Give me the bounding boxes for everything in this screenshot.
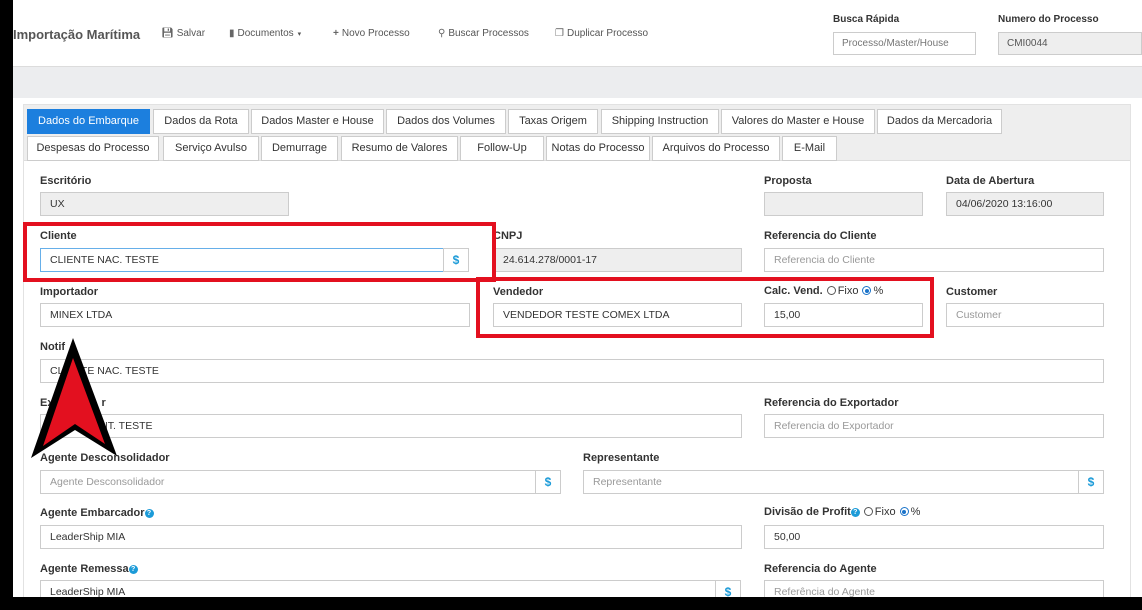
plus-icon: + bbox=[333, 28, 339, 39]
search-icon: ⚲ bbox=[438, 28, 446, 39]
tab-dados-mercadoria[interactable]: Dados da Mercadoria bbox=[877, 109, 1002, 134]
calc-vend-percent-radio[interactable] bbox=[862, 286, 872, 295]
customer-input[interactable]: Customer bbox=[946, 303, 1104, 327]
representante-label: Representante bbox=[583, 452, 660, 464]
representante-lookup-button[interactable]: $ bbox=[1078, 470, 1104, 494]
header-band bbox=[13, 66, 1142, 98]
importador-input[interactable]: MINEX LTDA bbox=[40, 303, 470, 327]
tab-servico-avulso[interactable]: Serviço Avulso bbox=[163, 136, 259, 161]
tab-despesas-processo[interactable]: Despesas do Processo bbox=[27, 136, 159, 161]
help-icon[interactable]: ? bbox=[850, 508, 860, 517]
importador-label: Importador bbox=[40, 286, 99, 298]
cliente-input[interactable]: CLIENTE NAC. TESTE bbox=[40, 248, 444, 272]
agente-remessa-label: Agente Remessa? bbox=[40, 563, 138, 575]
divisao-profit-fixo-radio[interactable] bbox=[863, 507, 873, 516]
cliente-label: Cliente bbox=[40, 230, 77, 242]
referencia-agente-input[interactable]: Referência do Agente bbox=[764, 580, 1104, 597]
agente-desconsolidador-label: Agente Desconsolidador bbox=[40, 452, 170, 464]
tab-bar: Dados do Embarque Dados da Rota Dados Ma… bbox=[24, 105, 1130, 161]
quick-search-label: Busca Rápida bbox=[833, 14, 900, 25]
tab-email[interactable]: E-Mail bbox=[782, 136, 837, 161]
cliente-lookup-button[interactable]: $ bbox=[443, 248, 469, 272]
top-toolbar: Importação Marítima 💾︎ Salvar ▮ Documentos… bbox=[13, 0, 1142, 66]
dollar-icon: $ bbox=[724, 585, 732, 597]
agente-embarcador-input[interactable]: LeaderShip MIA bbox=[40, 525, 742, 549]
referencia-exportador-label: Referencia do Exportador bbox=[764, 397, 899, 409]
proposta-label: Proposta bbox=[764, 175, 812, 187]
copy-icon: ❐ bbox=[555, 28, 564, 39]
divisao-profit-label: Divisão de Profit? Fixo% bbox=[764, 506, 921, 518]
divisao-profit-input[interactable]: 50,00 bbox=[764, 525, 1104, 549]
exportador-label: Ex r bbox=[40, 397, 106, 409]
tab-dados-rota[interactable]: Dados da Rota bbox=[153, 109, 249, 134]
agente-desconsolidador-input[interactable]: Agente Desconsolidador bbox=[40, 470, 536, 494]
referencia-cliente-label: Referencia do Cliente bbox=[764, 230, 877, 242]
calc-vend-fixo-radio[interactable] bbox=[826, 286, 836, 295]
escritorio-field[interactable]: UX bbox=[40, 192, 289, 216]
process-number-field[interactable]: CMI0044 bbox=[998, 32, 1142, 55]
folder-icon: ▮ bbox=[229, 28, 235, 39]
tab-resumo-valores[interactable]: Resumo de Valores bbox=[341, 136, 458, 161]
tab-demurrage[interactable]: Demurrage bbox=[261, 136, 338, 161]
tab-taxas-origem[interactable]: Taxas Origem bbox=[508, 109, 598, 134]
dollar-icon: $ bbox=[1087, 475, 1095, 489]
agente-embarcador-label: Agente Embarcador? bbox=[40, 507, 154, 519]
process-number-label: Numero do Processo bbox=[998, 14, 1099, 25]
cnpj-label: CNPJ bbox=[493, 230, 523, 242]
tab-dados-embarque[interactable]: Dados do Embarque bbox=[27, 109, 150, 134]
app-window: Importação Marítima 💾︎ Salvar ▮ Documentos… bbox=[13, 0, 1142, 597]
divisao-profit-percent-radio[interactable] bbox=[899, 507, 909, 516]
referencia-cliente-input[interactable]: Referencia do Cliente bbox=[764, 248, 1104, 272]
calc-vend-input[interactable]: 15,00 bbox=[764, 303, 923, 327]
referencia-agente-label: Referencia do Agente bbox=[764, 563, 877, 575]
customer-label: Customer bbox=[946, 286, 998, 298]
help-icon[interactable]: ? bbox=[128, 565, 138, 574]
tab-valores-master-house[interactable]: Valores do Master e House bbox=[721, 109, 875, 134]
dollar-icon: $ bbox=[544, 475, 552, 489]
tab-shipping-instruction[interactable]: Shipping Instruction bbox=[601, 109, 719, 134]
agente-remessa-input[interactable]: LeaderShip MIA bbox=[40, 580, 716, 597]
notify-label: Notif bbox=[40, 341, 66, 353]
exportador-input[interactable]: CLIENTE INT. TESTE bbox=[40, 414, 742, 438]
tab-dados-volumes[interactable]: Dados dos Volumes bbox=[386, 109, 506, 134]
dollar-icon: $ bbox=[452, 253, 460, 267]
tab-notas-processo[interactable]: Notas do Processo bbox=[546, 136, 650, 161]
referencia-exportador-input[interactable]: Referencia do Exportador bbox=[764, 414, 1104, 438]
new-process-button[interactable]: + Novo Processo bbox=[333, 28, 410, 39]
escritorio-label: Escritório bbox=[40, 175, 92, 187]
save-button[interactable]: 💾︎ Salvar bbox=[161, 28, 205, 39]
vendedor-input[interactable]: VENDEDOR TESTE COMEX LTDA bbox=[493, 303, 742, 327]
save-icon: 💾︎ bbox=[161, 28, 174, 39]
tab-arquivos-processo[interactable]: Arquivos do Processo bbox=[652, 136, 780, 161]
page-title: Importação Marítima bbox=[13, 27, 141, 42]
proposta-field[interactable] bbox=[764, 192, 923, 216]
calc-vend-label: Calc. Vend. Fixo% bbox=[764, 285, 884, 297]
duplicate-process-button[interactable]: ❐ Duplicar Processo bbox=[555, 28, 648, 39]
data-abertura-label: Data de Abertura bbox=[946, 175, 1035, 187]
cnpj-field[interactable]: 24.614.278/0001-17 bbox=[493, 248, 742, 272]
representante-input[interactable]: Representante bbox=[583, 470, 1079, 494]
data-abertura-field[interactable]: 04/06/2020 13:16:00 bbox=[946, 192, 1104, 216]
tab-dados-master-house[interactable]: Dados Master e House bbox=[251, 109, 384, 134]
tab-follow-up[interactable]: Follow-Up bbox=[460, 136, 544, 161]
vendedor-label: Vendedor bbox=[493, 286, 544, 298]
documents-dropdown-button[interactable]: ▮ Documentos ▾ bbox=[229, 28, 301, 39]
search-processes-button[interactable]: ⚲ Buscar Processos bbox=[438, 28, 529, 39]
quick-search-input[interactable] bbox=[833, 32, 976, 55]
agente-desconsolidador-lookup-button[interactable]: $ bbox=[535, 470, 561, 494]
notify-input[interactable]: CLIENTE NAC. TESTE bbox=[40, 359, 1104, 383]
chevron-down-icon: ▾ bbox=[297, 31, 302, 38]
agente-remessa-lookup-button[interactable]: $ bbox=[715, 580, 741, 597]
help-icon[interactable]: ? bbox=[144, 509, 154, 518]
